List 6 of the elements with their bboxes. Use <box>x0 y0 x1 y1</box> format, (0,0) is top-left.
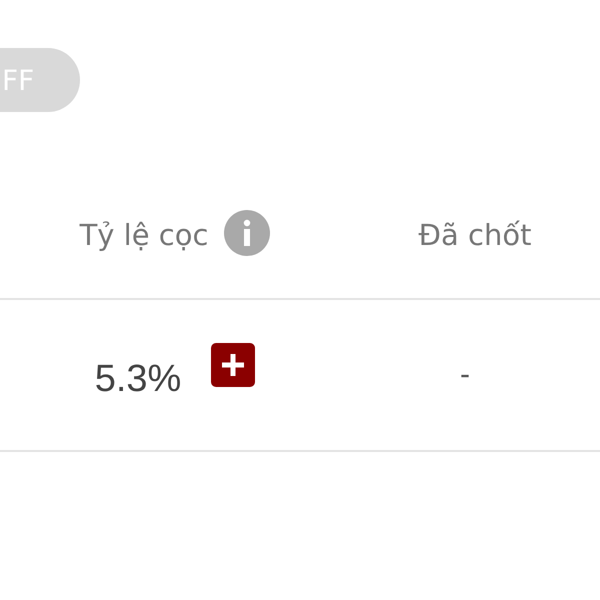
table-cell: 5.3% <box>94 358 182 400</box>
column-header: Tỷ lệ cọc <box>80 218 208 252</box>
add-button[interactable] <box>211 343 256 387</box>
column-header: Đã chốt <box>418 218 532 252</box>
plus-icon <box>222 354 244 376</box>
table-cell: - <box>460 358 470 392</box>
